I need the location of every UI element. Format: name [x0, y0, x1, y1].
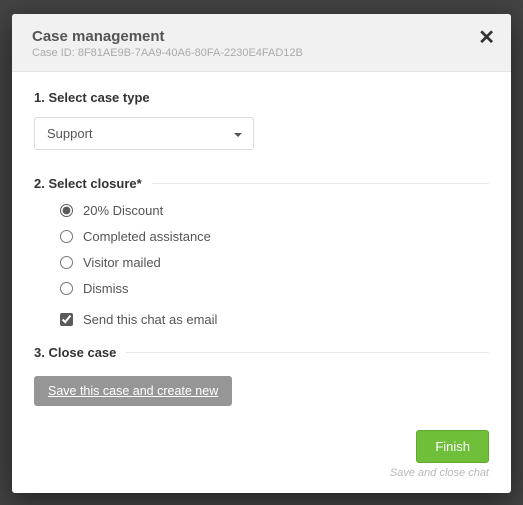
modal-body: 1. Select case type Support 2. Select cl…: [12, 72, 511, 430]
radio-input[interactable]: [60, 282, 73, 295]
step2-header: 2. Select closure*: [34, 176, 489, 191]
divider: [152, 183, 489, 184]
finish-button[interactable]: Finish: [416, 430, 489, 463]
case-id-label: Case ID: 8F81AE9B-7AA9-40A6-80FA-2230E4F…: [32, 47, 491, 59]
radio-label: Dismiss: [83, 281, 129, 296]
case-type-select[interactable]: Support: [34, 117, 254, 150]
radio-label: Visitor mailed: [83, 255, 161, 270]
case-type-select-wrap: Support: [34, 117, 254, 150]
closure-option-completed[interactable]: Completed assistance: [60, 229, 489, 244]
save-create-new-button[interactable]: Save this case and create new: [34, 376, 232, 406]
step3-header: 3. Close case: [34, 345, 489, 360]
closure-option-visitor-mailed[interactable]: Visitor mailed: [60, 255, 489, 270]
divider: [126, 352, 489, 353]
send-email-checkbox[interactable]: [60, 313, 73, 326]
modal-footer: Finish Save and close chat: [12, 430, 511, 493]
step3-label: 3. Close case: [34, 345, 116, 360]
send-email-label: Send this chat as email: [83, 312, 217, 327]
footer-hint: Save and close chat: [390, 467, 489, 479]
send-email-checkbox-row[interactable]: Send this chat as email: [60, 312, 489, 327]
radio-label: Completed assistance: [83, 229, 211, 244]
radio-label: 20% Discount: [83, 203, 163, 218]
close-button[interactable]: ✕: [478, 28, 495, 48]
step2-label: 2. Select closure*: [34, 176, 142, 191]
closure-option-discount[interactable]: 20% Discount: [60, 203, 489, 218]
modal-header: Case management Case ID: 8F81AE9B-7AA9-4…: [12, 14, 511, 72]
case-management-modal: Case management Case ID: 8F81AE9B-7AA9-4…: [12, 14, 511, 493]
radio-input[interactable]: [60, 230, 73, 243]
radio-input[interactable]: [60, 204, 73, 217]
close-icon: ✕: [478, 27, 495, 49]
closure-option-dismiss[interactable]: Dismiss: [60, 281, 489, 296]
closure-options: 20% Discount Completed assistance Visito…: [34, 203, 489, 327]
step1-label: 1. Select case type: [34, 90, 489, 105]
modal-title: Case management: [32, 28, 491, 45]
radio-input[interactable]: [60, 256, 73, 269]
